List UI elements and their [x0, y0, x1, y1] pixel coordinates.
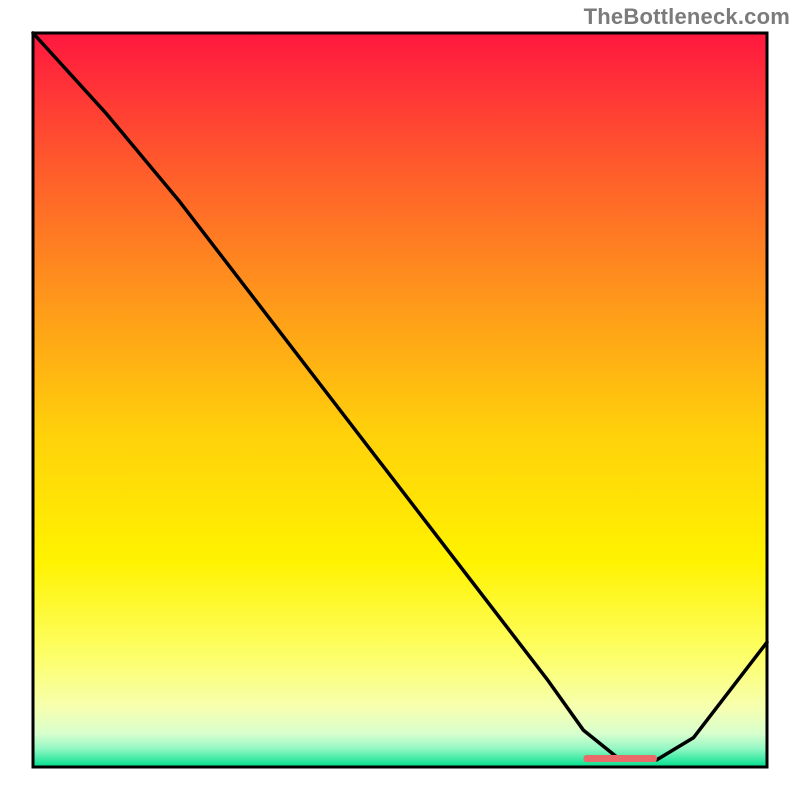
chart-stage: TheBottleneck.com	[0, 0, 800, 800]
watermark-text: TheBottleneck.com	[584, 4, 790, 30]
bottleneck-chart	[0, 0, 800, 800]
gradient-background	[33, 33, 767, 767]
optimal-range-marker	[584, 755, 657, 762]
plot-area	[33, 33, 767, 767]
